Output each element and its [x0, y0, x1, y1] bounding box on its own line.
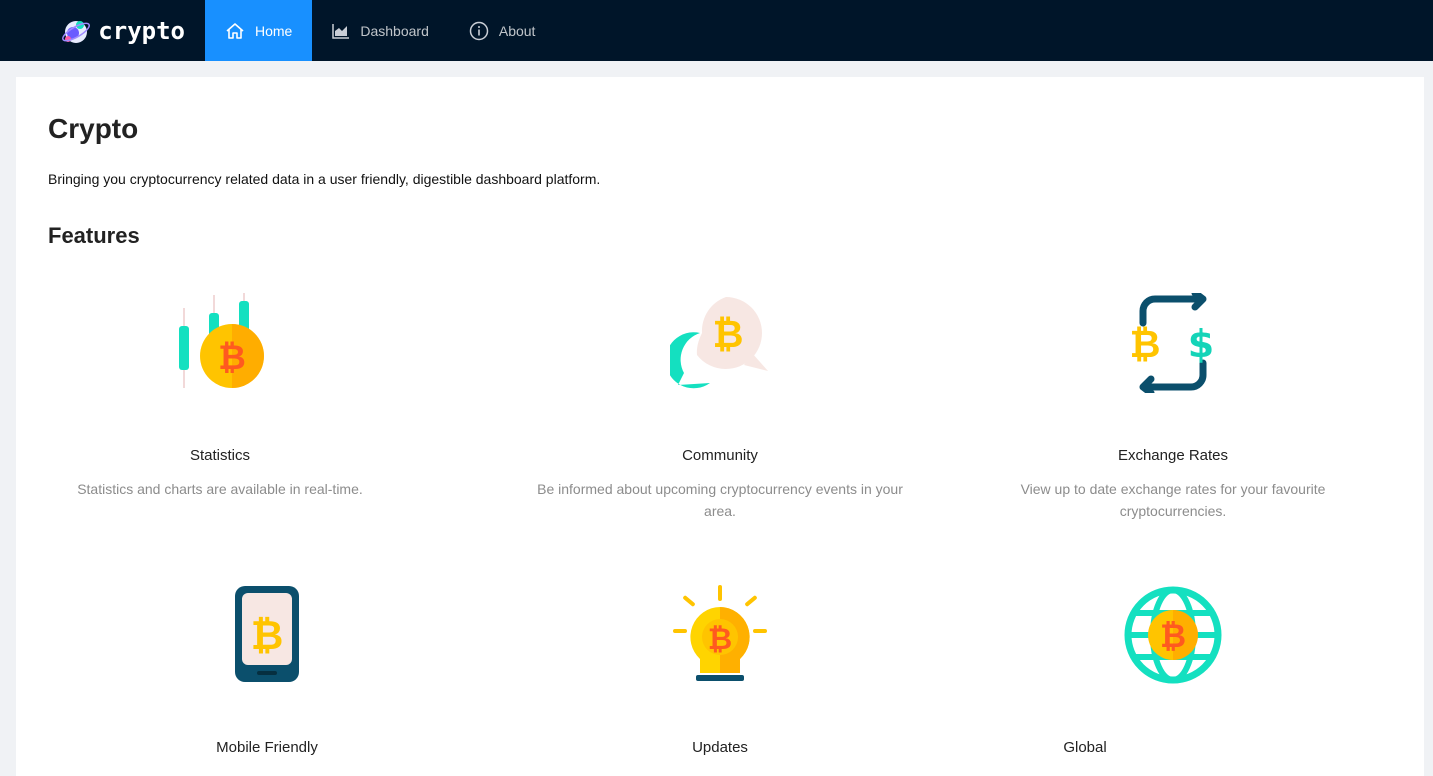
logo[interactable]: crypto	[0, 0, 205, 61]
chat-bitcoin-icon: ₿	[665, 293, 770, 393]
globe-bitcoin-icon: ₿	[1123, 585, 1223, 685]
feature-card-global: ₿ Global	[963, 585, 1383, 770]
feature-description: View up to date exchange rates for your …	[1020, 481, 1326, 519]
nav-item-label: Dashboard	[360, 22, 429, 39]
svg-text:₿: ₿	[218, 338, 246, 378]
lightbulb-bitcoin-icon: ₿	[670, 585, 770, 685]
feature-description: Statistics and charts are available in r…	[77, 481, 363, 497]
svg-text:₿: ₿	[708, 622, 732, 657]
nav-item-home[interactable]: Home	[205, 0, 313, 61]
feature-title: Statistics	[189, 447, 250, 464]
page-subtitle: Bringing you cryptocurrency related data…	[48, 171, 601, 187]
feature-card-community: ₿ Community Be informed about upcoming c…	[510, 293, 930, 522]
feature-title: Global	[1063, 739, 1107, 756]
home-icon	[226, 22, 244, 39]
logo-icon	[62, 20, 91, 43]
logo-text: crypto	[98, 16, 185, 45]
feature-card-statistics: ₿ Statistics Statistics and charts are a…	[10, 293, 430, 500]
nav-item-label: About	[498, 22, 536, 39]
feature-title: Mobile Friendly	[216, 739, 318, 756]
nav-item-label: Home	[255, 22, 293, 39]
top-navbar: crypto Home Dashboard About	[0, 0, 1433, 61]
area-chart-icon	[332, 23, 350, 39]
info-circle-icon	[469, 21, 489, 40]
feature-title: Exchange Rates	[1117, 447, 1229, 464]
svg-text:$: $	[1188, 322, 1214, 366]
page-title: Crypto	[48, 113, 139, 144]
feature-card-mobile-friendly: ₿ Mobile Friendly	[57, 585, 477, 770]
feature-title: Community	[682, 447, 758, 464]
feature-description: Be informed about upcoming cryptocurrenc…	[537, 481, 903, 519]
svg-text:₿: ₿	[713, 312, 744, 356]
nav-item-dashboard[interactable]: Dashboard	[312, 0, 449, 61]
features-heading: Features	[48, 223, 140, 248]
nav-item-about[interactable]: About	[449, 0, 556, 61]
svg-text:₿: ₿	[1130, 322, 1161, 366]
feature-card-exchange-rates: ₿ $ Exchange Rates View up to date excha…	[963, 289, 1383, 522]
exchange-bitcoin-dollar-icon: ₿ $	[1123, 289, 1223, 397]
svg-text:₿: ₿	[1160, 617, 1186, 655]
phone-bitcoin-icon: ₿	[217, 585, 317, 685]
candlestick-bitcoin-icon: ₿	[170, 293, 270, 393]
main-content: Crypto Bringing you cryptocurrency relat…	[16, 77, 1424, 776]
svg-text:₿: ₿	[251, 613, 284, 659]
